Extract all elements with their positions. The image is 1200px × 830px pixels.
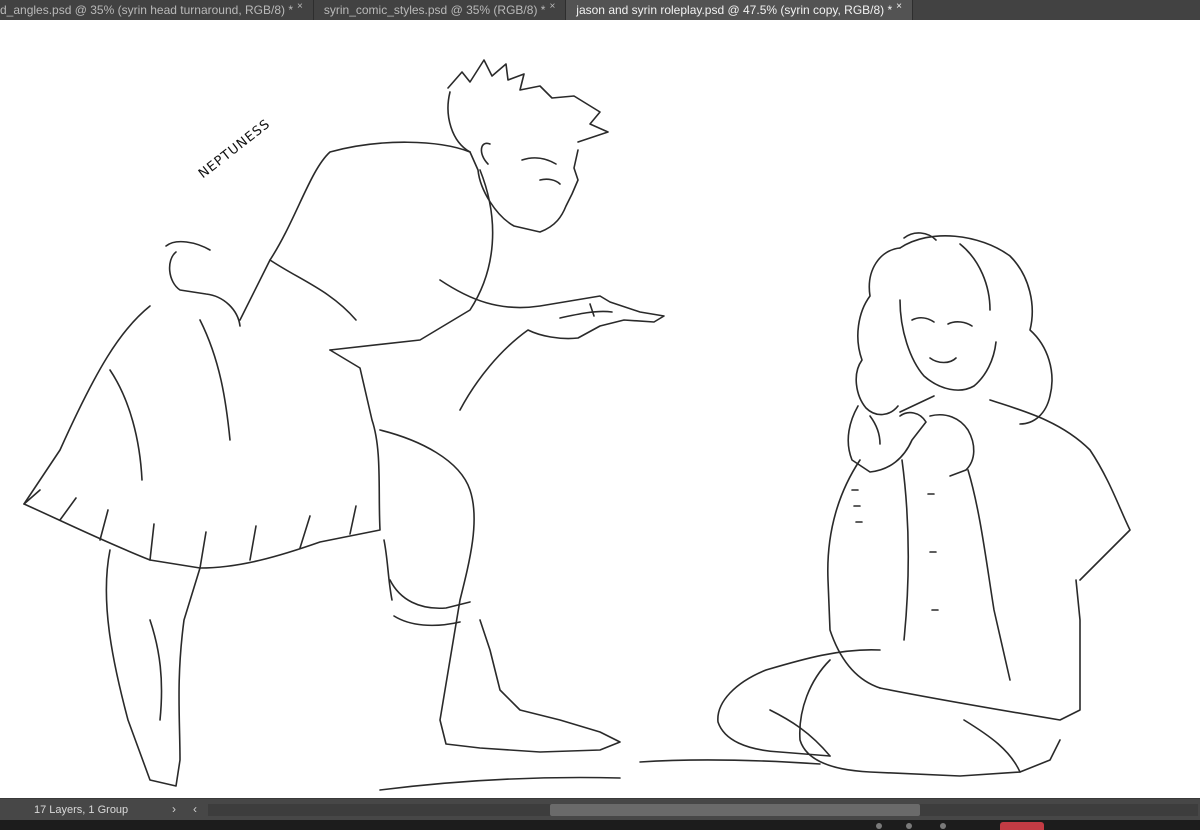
- horizontal-scrollbar-thumb[interactable]: [550, 804, 920, 816]
- tab-syrin-comic-styles[interactable]: syrin_comic_styles.psd @ 35% (RGB/8) * ×: [314, 0, 567, 20]
- tab-label: jason and syrin roleplay.psd @ 47.5% (sy…: [576, 3, 893, 17]
- document-canvas[interactable]: NEPTUNESS: [0, 20, 1200, 798]
- kneeling-figure-sketch: [717, 232, 1131, 777]
- layers-count-text: 17 Layers, 1 Group: [34, 804, 129, 816]
- tab-label: d_angles.psd @ 35% (syrin head turnaroun…: [0, 3, 294, 17]
- close-icon[interactable]: ×: [896, 1, 902, 12]
- chevron-right-icon[interactable]: ›: [172, 802, 176, 816]
- tab-label: syrin_comic_styles.psd @ 35% (RGB/8) *: [323, 3, 546, 17]
- close-icon[interactable]: ×: [549, 1, 555, 12]
- standing-figure-sketch: [23, 59, 821, 791]
- document-tab-bar: d_angles.psd @ 35% (syrin head turnaroun…: [0, 0, 1200, 20]
- taskbar-active-app-icon[interactable]: [1000, 822, 1044, 830]
- close-icon[interactable]: ×: [297, 1, 303, 12]
- tab-jason-and-syrin-roleplay[interactable]: jason and syrin roleplay.psd @ 47.5% (sy…: [566, 0, 914, 20]
- status-bar: 17 Layers, 1 Group › ‹: [0, 798, 1200, 821]
- chevron-left-icon[interactable]: ‹: [193, 802, 197, 816]
- tab-d-angles[interactable]: d_angles.psd @ 35% (syrin head turnaroun…: [0, 0, 314, 20]
- taskbar-app-icon[interactable]: [940, 823, 946, 829]
- sketch-drawing: [23, 59, 1131, 791]
- taskbar-app-icon[interactable]: [906, 823, 912, 829]
- taskbar-app-icon[interactable]: [876, 823, 882, 829]
